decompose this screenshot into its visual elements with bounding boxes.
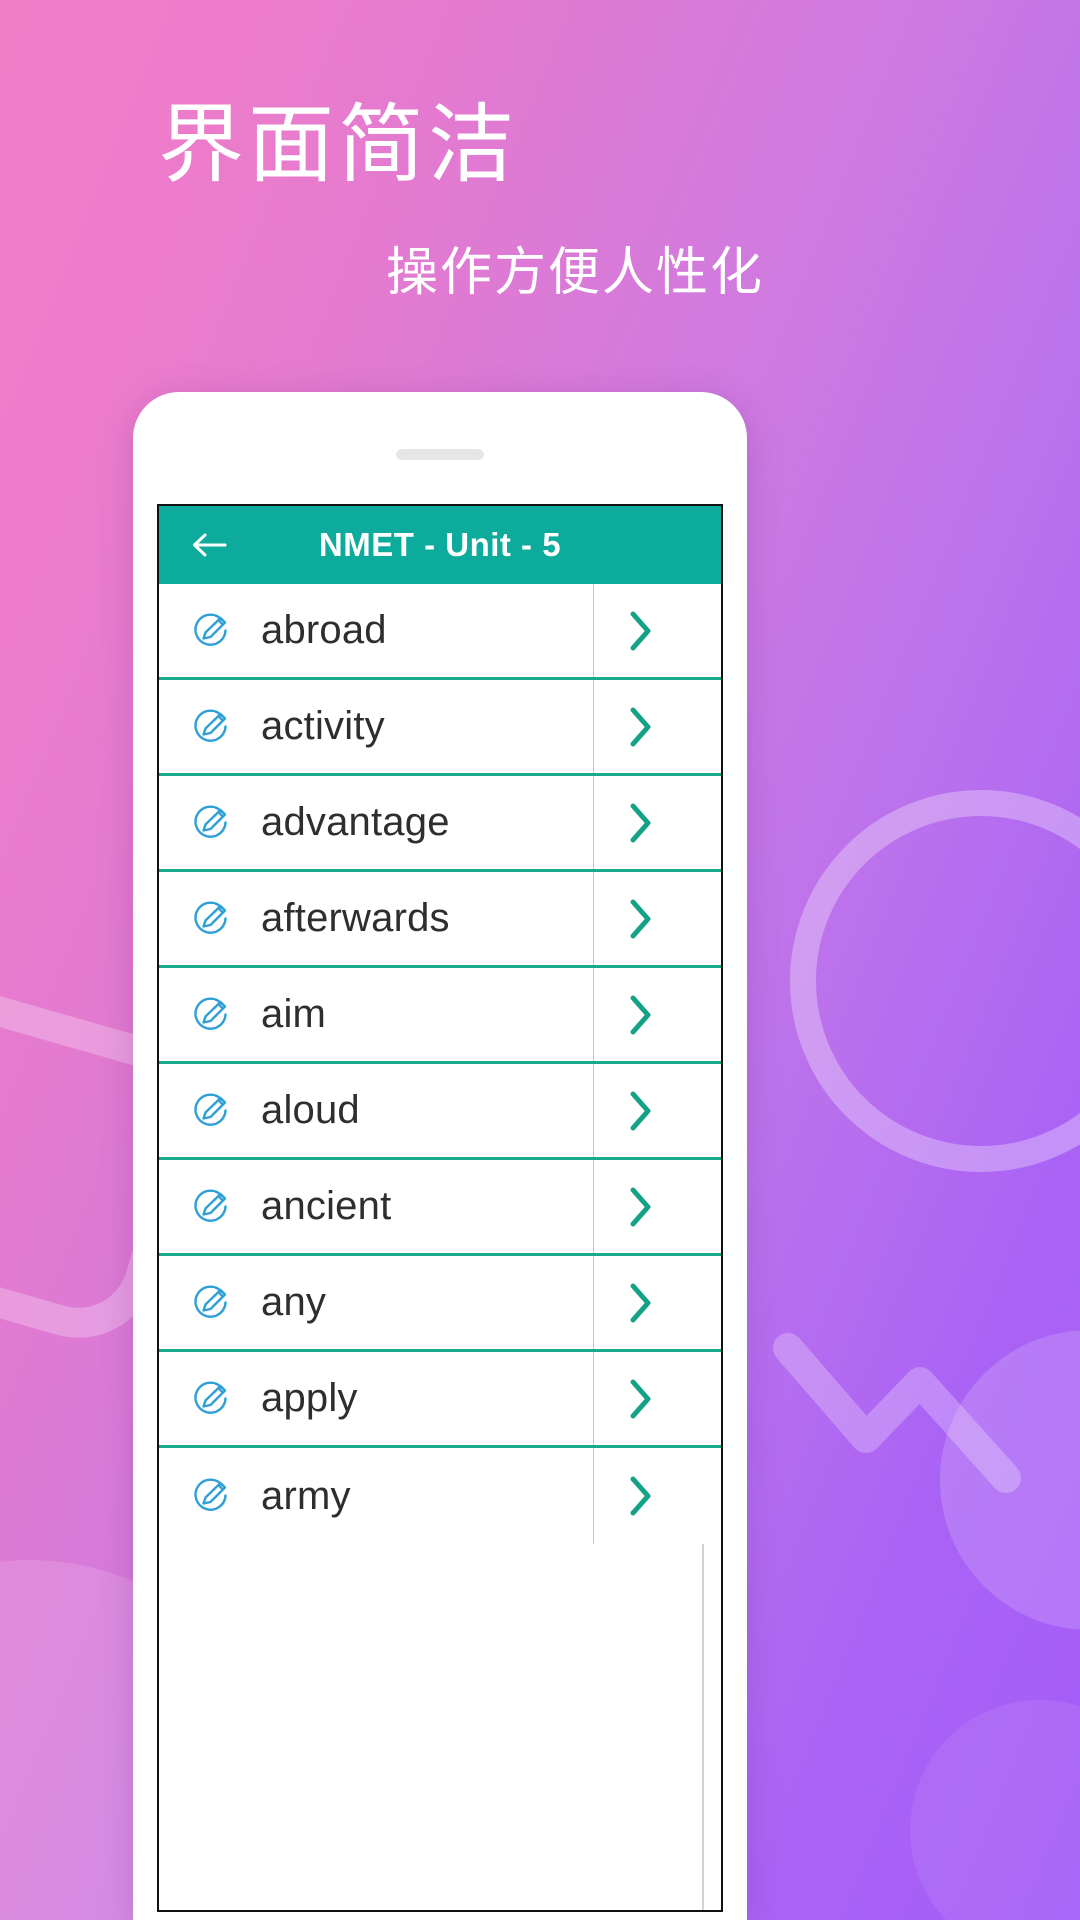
open-word-button[interactable]: [593, 1064, 685, 1157]
open-word-button[interactable]: [593, 872, 685, 965]
open-word-button[interactable]: [593, 680, 685, 773]
list-item[interactable]: aloud: [159, 1064, 721, 1160]
word-label: aim: [261, 992, 327, 1036]
scrollbar-gutter: [685, 1352, 721, 1445]
word-label: army: [261, 1473, 351, 1518]
chevron-right-icon: [630, 707, 650, 746]
chevron-right-icon: [630, 611, 650, 650]
list-item[interactable]: ancient: [159, 1160, 721, 1256]
edit-pencil-circle-icon[interactable]: [187, 799, 235, 847]
word-list[interactable]: abroad activity advantage afterwards aim…: [159, 584, 721, 1910]
decorative-zigzag-shape: [773, 1333, 1021, 1493]
chevron-right-icon: [630, 995, 650, 1034]
back-button[interactable]: [183, 519, 235, 571]
app-screen: NMET - Unit - 5 abroad activity advantag…: [157, 504, 723, 1912]
edit-pencil-circle-icon[interactable]: [187, 1087, 235, 1135]
list-item[interactable]: abroad: [159, 584, 721, 680]
app-header-title: NMET - Unit - 5: [318, 526, 562, 563]
word-label: aloud: [261, 1088, 360, 1132]
word-label: advantage: [261, 800, 450, 844]
scrollbar-gutter: [685, 1160, 721, 1253]
phone-speaker-grille: [396, 449, 484, 460]
edit-pencil-circle-icon[interactable]: [187, 703, 235, 751]
arrow-left-icon: [193, 533, 227, 557]
open-word-button[interactable]: [593, 1352, 685, 1445]
scrollbar-gutter: [685, 776, 721, 869]
decorative-corner-circle-shape: [910, 1700, 1080, 1920]
open-word-button[interactable]: [593, 584, 685, 677]
open-word-button[interactable]: [593, 968, 685, 1061]
list-item[interactable]: army: [159, 1448, 721, 1544]
scrollbar-gutter: [685, 872, 721, 965]
chevron-right-icon: [630, 1187, 650, 1226]
edit-pencil-circle-icon[interactable]: [187, 1375, 235, 1423]
word-label: abroad: [261, 608, 387, 652]
phone-mockup: NMET - Unit - 5 abroad activity advantag…: [133, 392, 747, 1920]
scrollbar-gutter: [685, 584, 721, 677]
chevron-right-icon: [630, 899, 650, 938]
chevron-right-icon: [630, 1379, 650, 1418]
open-word-button[interactable]: [593, 776, 685, 869]
edit-pencil-circle-icon[interactable]: [187, 1183, 235, 1231]
scrollbar-gutter: [685, 968, 721, 1061]
decorative-circle-shape: [940, 1330, 1080, 1630]
edit-pencil-circle-icon[interactable]: [187, 607, 235, 655]
decorative-ring-shape: [790, 790, 1080, 1172]
list-item[interactable]: any: [159, 1256, 721, 1352]
edit-pencil-circle-icon[interactable]: [187, 1472, 235, 1520]
edit-pencil-circle-icon[interactable]: [187, 991, 235, 1039]
chevron-right-icon: [630, 1283, 650, 1322]
list-item[interactable]: aim: [159, 968, 721, 1064]
list-item[interactable]: apply: [159, 1352, 721, 1448]
word-label: afterwards: [261, 896, 450, 940]
chevron-right-icon: [630, 1476, 650, 1516]
open-word-button[interactable]: [593, 1448, 685, 1544]
open-word-button[interactable]: [593, 1256, 685, 1349]
edit-pencil-circle-icon[interactable]: [187, 1279, 235, 1327]
word-label: any: [261, 1280, 327, 1324]
chevron-right-icon: [630, 1091, 650, 1130]
list-item[interactable]: activity: [159, 680, 721, 776]
scrollbar-gutter: [685, 680, 721, 773]
scrollbar-gutter: [685, 1256, 721, 1349]
app-header-bar: NMET - Unit - 5: [159, 506, 721, 584]
word-label: apply: [261, 1376, 358, 1420]
open-word-button[interactable]: [593, 1160, 685, 1253]
word-label: ancient: [261, 1184, 392, 1228]
scrollbar-gutter: [685, 1064, 721, 1157]
list-item[interactable]: afterwards: [159, 872, 721, 968]
page-title: 界面简洁: [158, 97, 518, 193]
list-item[interactable]: advantage: [159, 776, 721, 872]
page-subtitle: 操作方便人性化: [386, 244, 765, 302]
chevron-right-icon: [630, 803, 650, 842]
word-label: activity: [261, 704, 385, 748]
edit-pencil-circle-icon[interactable]: [187, 895, 235, 943]
scrollbar-gutter: [685, 1448, 721, 1544]
